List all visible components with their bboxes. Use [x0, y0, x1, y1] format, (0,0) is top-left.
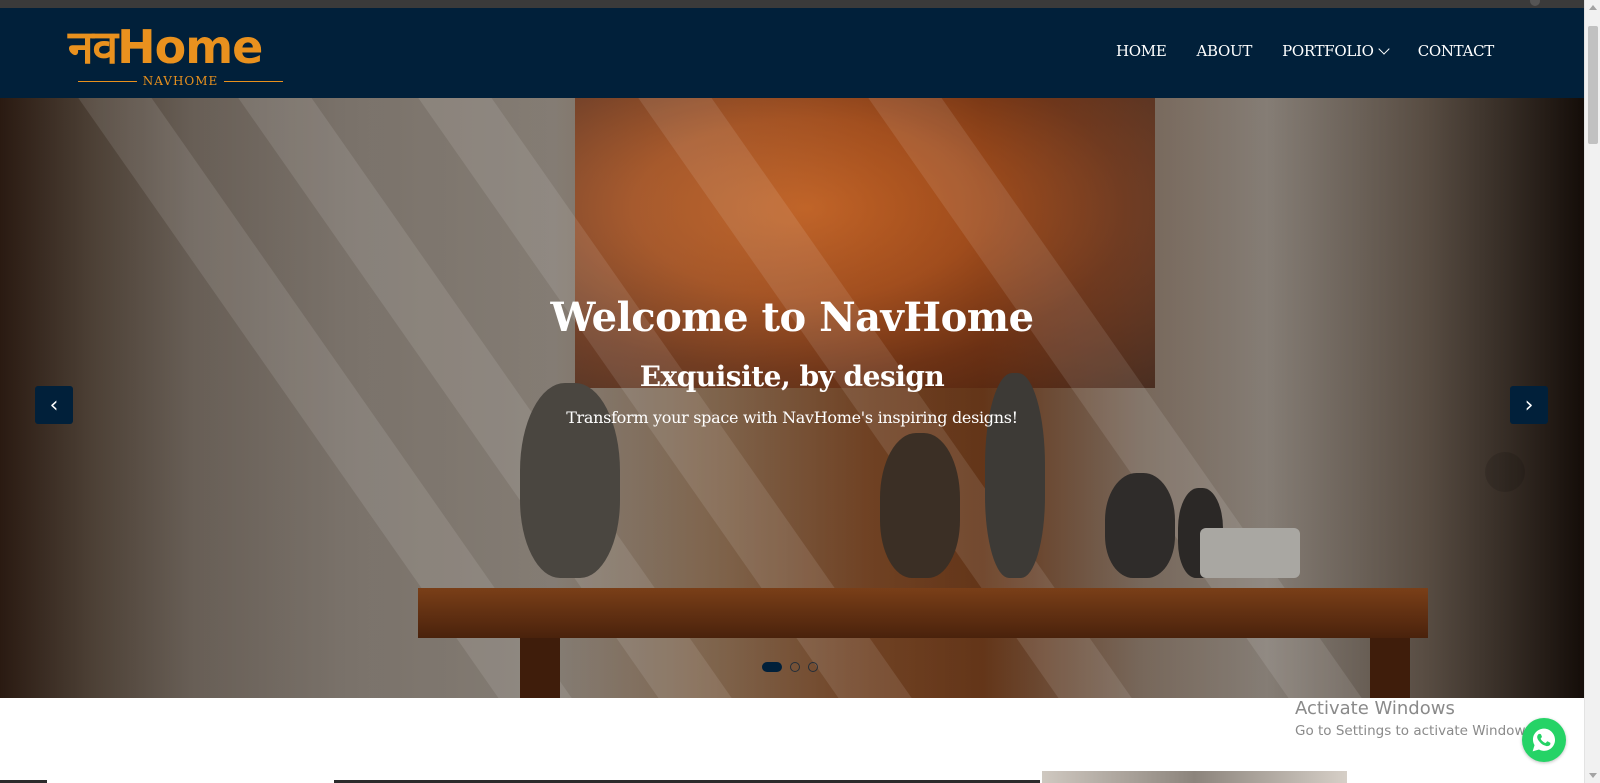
- browser-top-strip: [0, 0, 1584, 8]
- page-scrollbar[interactable]: [1584, 0, 1600, 783]
- nav-contact-label: CONTACT: [1417, 42, 1495, 60]
- nav-contact[interactable]: CONTACT: [1417, 42, 1495, 60]
- logo-wordmark: नवHome: [68, 20, 263, 74]
- chevron-right-icon: ›: [1524, 392, 1534, 418]
- table-leg: [520, 638, 560, 698]
- bowl-image: [1200, 528, 1300, 578]
- vase-image: [1105, 473, 1175, 578]
- hero-subtitle: Exquisite, by design: [639, 360, 945, 393]
- hero-title: Welcome to NavHome: [550, 294, 1034, 341]
- scroll-up-arrow-icon[interactable]: [1589, 5, 1597, 10]
- scroll-down-arrow-icon[interactable]: [1589, 773, 1597, 778]
- logo-subtitle: NAVHOME: [78, 74, 283, 88]
- nav-portfolio-dropdown[interactable]: PORTFOLIO: [1282, 42, 1390, 60]
- nav-about[interactable]: ABOUT: [1196, 42, 1252, 60]
- nav-about-label: ABOUT: [1196, 42, 1253, 60]
- carousel-indicator-3[interactable]: [808, 662, 818, 672]
- hero-text: Transform your space with NavHome's insp…: [566, 408, 1018, 427]
- carousel-next-button[interactable]: ›: [1510, 386, 1548, 424]
- activate-windows-title: Activate Windows: [1295, 698, 1455, 719]
- site-navbar: नवHome NAVHOME HOME ABOUT PORTFOLIO CONT…: [0, 8, 1584, 98]
- carousel-indicators: [762, 662, 818, 672]
- chevron-left-icon: ‹: [49, 392, 59, 418]
- main-nav: HOME ABOUT PORTFOLIO CONTACT: [1116, 42, 1494, 60]
- vase-image: [880, 433, 960, 578]
- activate-windows-text: Go to Settings to activate Windows.: [1295, 723, 1537, 739]
- window-control-dot: [1530, 0, 1540, 6]
- nav-home[interactable]: HOME: [1116, 42, 1167, 60]
- nav-portfolio-label: PORTFOLIO: [1282, 42, 1374, 60]
- logo-rule-left: [78, 80, 137, 82]
- logo-rule-right: [224, 80, 283, 82]
- carousel-indicator-1[interactable]: [762, 662, 782, 672]
- logo-subtext: NAVHOME: [142, 74, 219, 88]
- nav-home-label: HOME: [1115, 42, 1167, 60]
- table-image: [418, 588, 1428, 638]
- whatsapp-button[interactable]: [1522, 718, 1566, 762]
- decorative-circle: [1485, 452, 1525, 492]
- vase-image: [985, 373, 1045, 578]
- section-image-preview: [1042, 771, 1347, 783]
- carousel-indicator-2[interactable]: [790, 662, 800, 672]
- activate-windows-watermark: Activate Windows Go to Settings to activ…: [1295, 698, 1537, 739]
- chevron-down-icon: [1378, 43, 1390, 55]
- table-leg: [1370, 638, 1410, 698]
- hero-carousel: Welcome to NavHome Exquisite, by design …: [0, 98, 1584, 698]
- site-logo[interactable]: नवHome NAVHOME: [68, 22, 298, 92]
- carousel-prev-button[interactable]: ‹: [35, 386, 73, 424]
- scrollbar-thumb[interactable]: [1588, 26, 1598, 144]
- whatsapp-icon: [1532, 728, 1556, 752]
